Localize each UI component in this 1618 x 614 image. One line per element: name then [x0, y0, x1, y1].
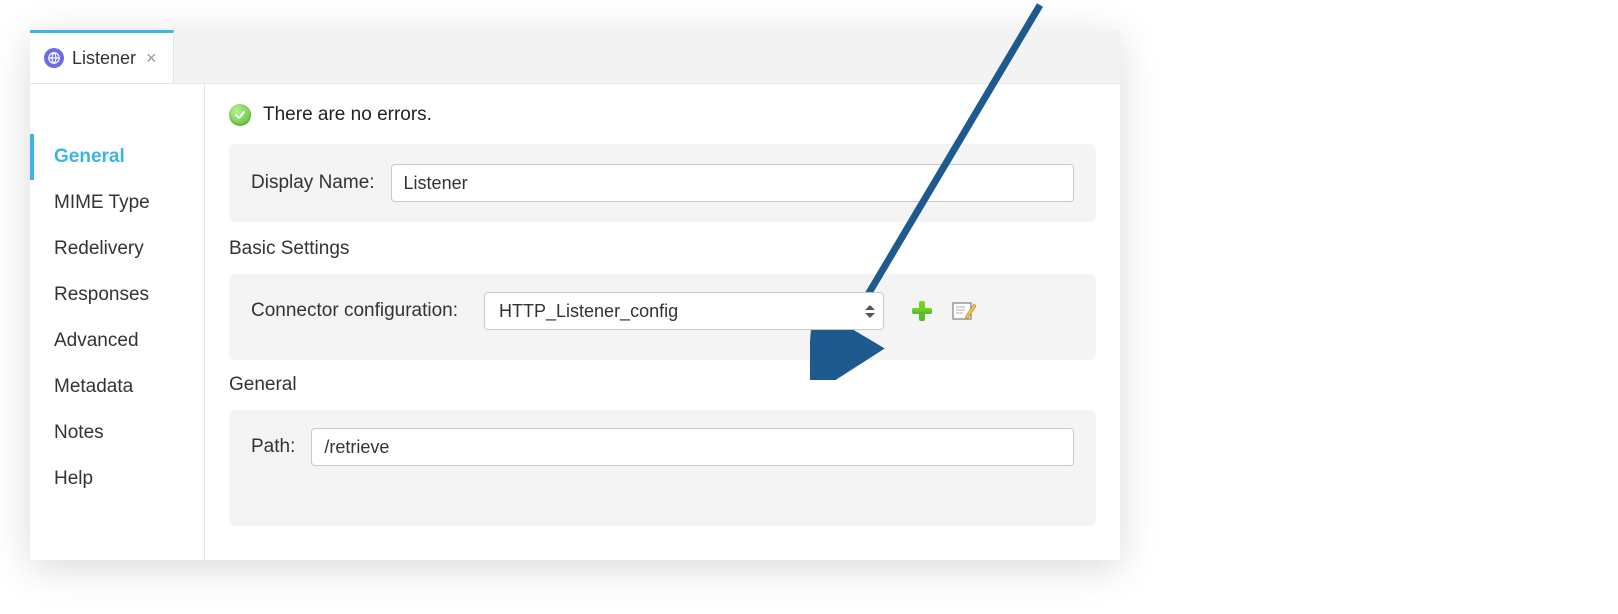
sidebar-item-help[interactable]: Help — [30, 456, 204, 502]
connector-config-label: Connector configuration: — [251, 300, 458, 322]
sidebar-item-label: General — [54, 146, 125, 167]
general-fieldset: General Path: — [229, 374, 1096, 526]
sidebar-item-label: Advanced — [54, 330, 139, 351]
listener-properties-window: Listener × General MIME Type Redelivery … — [30, 30, 1120, 560]
tab-listener[interactable]: Listener × — [30, 30, 174, 83]
sidebar-item-label: Metadata — [54, 376, 133, 397]
main-panel: There are no errors. Display Name: Basic… — [205, 84, 1120, 560]
connector-config-value: HTTP_Listener_config — [499, 301, 865, 322]
sidebar-item-general[interactable]: General — [30, 134, 204, 180]
path-label: Path: — [251, 436, 295, 458]
stepper-arrows-icon — [865, 305, 875, 318]
check-circle-icon — [229, 104, 251, 126]
sidebar-item-notes[interactable]: Notes — [30, 410, 204, 456]
sidebar-item-mime-type[interactable]: MIME Type — [30, 180, 204, 226]
sidebar-item-label: Redelivery — [54, 238, 144, 259]
sidebar-item-responses[interactable]: Responses — [30, 272, 204, 318]
status-message: There are no errors. — [263, 104, 432, 126]
display-name-input[interactable] — [391, 164, 1074, 202]
sidebar-item-label: MIME Type — [54, 192, 150, 213]
edit-config-button[interactable] — [952, 299, 976, 323]
sidebar-item-label: Responses — [54, 284, 149, 305]
sidebar-item-label: Notes — [54, 422, 104, 443]
globe-icon — [44, 48, 64, 68]
sidebar-item-label: Help — [54, 468, 93, 489]
connector-config-select[interactable]: HTTP_Listener_config — [484, 292, 884, 330]
status-row: There are no errors. — [229, 104, 1096, 126]
general-title: General — [229, 374, 1096, 396]
tab-bar: Listener × — [30, 30, 1120, 84]
sidebar: General MIME Type Redelivery Responses A… — [30, 84, 205, 560]
tab-title: Listener — [72, 48, 136, 69]
sidebar-item-metadata[interactable]: Metadata — [30, 364, 204, 410]
display-name-label: Display Name: — [251, 172, 375, 194]
path-input[interactable] — [311, 428, 1074, 466]
sidebar-item-advanced[interactable]: Advanced — [30, 318, 204, 364]
plus-icon — [911, 300, 933, 322]
pencil-note-icon — [952, 300, 976, 322]
basic-settings-title: Basic Settings — [229, 238, 1096, 260]
add-config-button[interactable] — [910, 299, 934, 323]
display-name-panel: Display Name: — [229, 144, 1096, 222]
close-icon[interactable]: × — [144, 48, 159, 69]
basic-settings-fieldset: Basic Settings Connector configuration: … — [229, 238, 1096, 360]
sidebar-item-redelivery[interactable]: Redelivery — [30, 226, 204, 272]
